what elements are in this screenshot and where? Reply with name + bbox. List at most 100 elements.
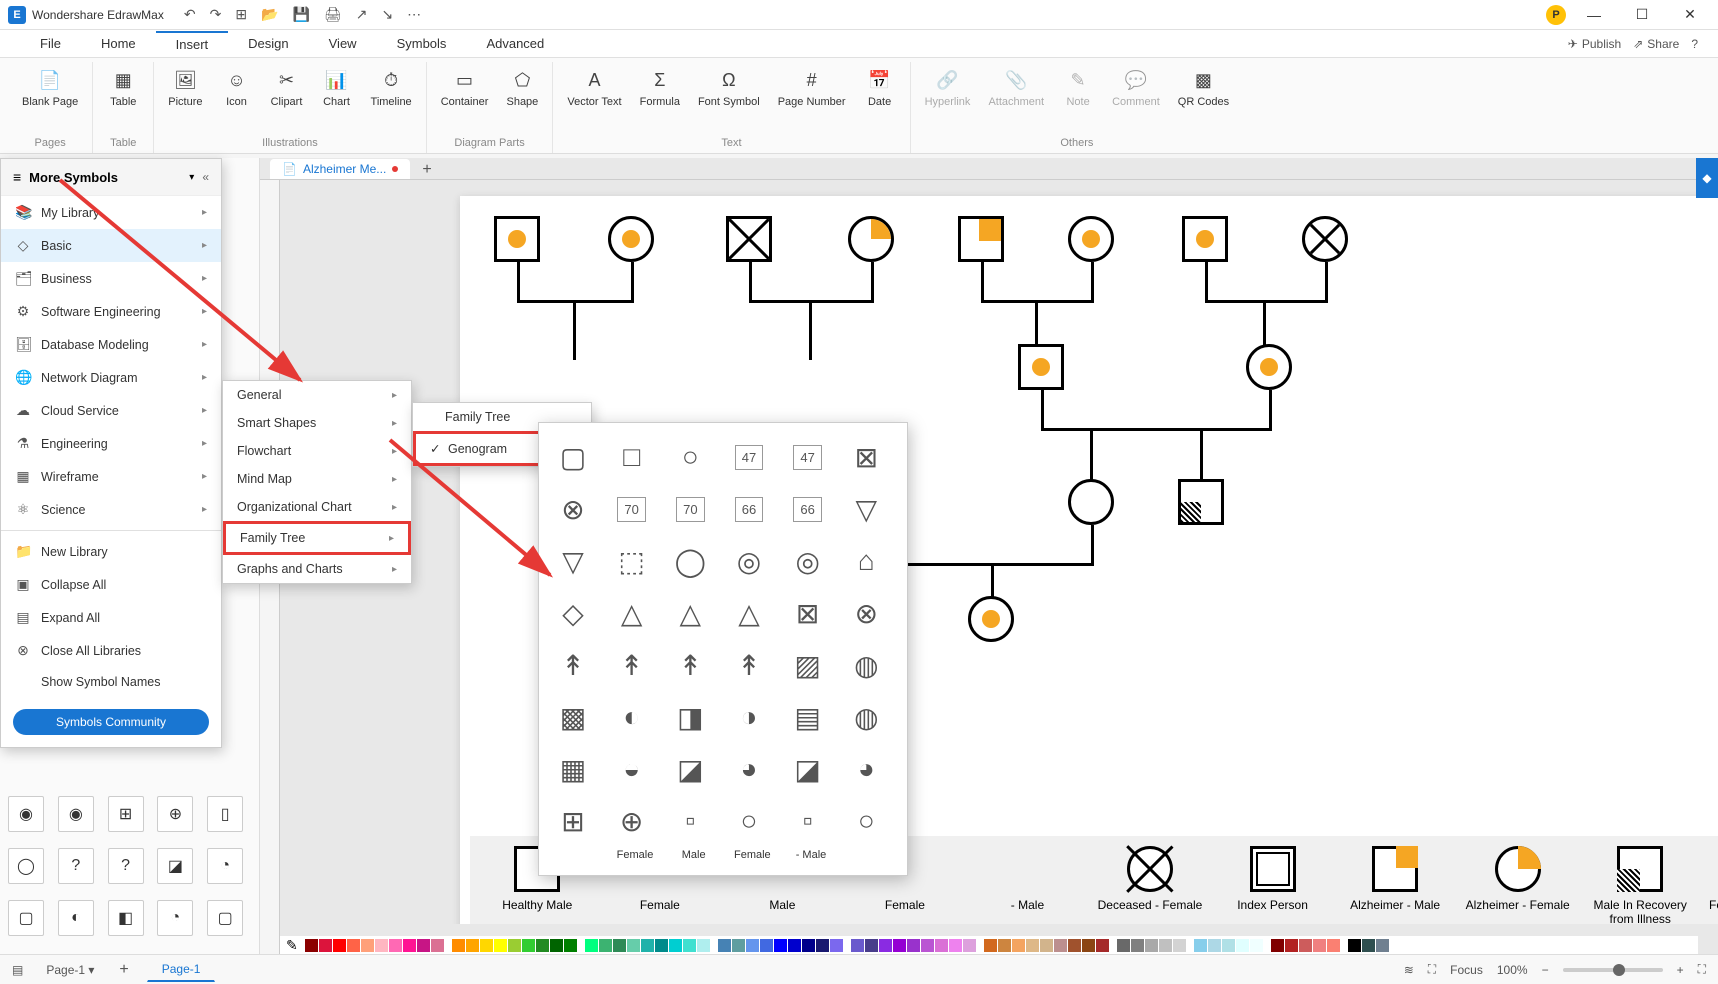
color-swatch[interactable] [1348,939,1361,952]
shape-cell[interactable]: ▯ [207,796,243,832]
ribbon-chart[interactable]: 📊Chart [315,66,359,110]
color-swatch[interactable] [641,939,654,952]
sidebar-action-show-symbol-names[interactable]: Show Symbol Names [1,667,221,697]
color-swatch[interactable] [1327,939,1340,952]
gallery-symbol[interactable]: △ [729,593,769,633]
color-swatch[interactable] [403,939,416,952]
color-swatch[interactable] [802,939,815,952]
pages-icon[interactable]: ▤ [12,963,23,977]
color-swatch[interactable] [697,939,710,952]
shape-cell[interactable]: ⊕ [157,796,193,832]
gallery-symbol[interactable]: △ [612,593,652,633]
ribbon-page-number[interactable]: #Page Number [772,66,852,110]
gallery-symbol[interactable]: △ [670,593,710,633]
sidebar-item-science[interactable]: ⚛Science▸ [1,493,221,526]
add-page-button[interactable]: + [109,961,138,979]
color-swatch[interactable] [1117,939,1130,952]
color-swatch[interactable] [508,939,521,952]
menu-view[interactable]: View [309,32,377,55]
gallery-symbol[interactable]: 47 [788,437,828,477]
shape-cell[interactable]: ◉ [8,796,44,832]
gallery-symbol[interactable]: ↟ [670,645,710,685]
color-swatch[interactable] [550,939,563,952]
menu-home[interactable]: Home [81,32,156,55]
color-swatch[interactable] [1285,939,1298,952]
ribbon-icon[interactable]: ☺Icon [215,66,259,110]
ribbon-shape[interactable]: ⬠Shape [500,66,544,110]
shape-cell[interactable]: ◔ [157,900,193,936]
sidebar-item-cloud-service[interactable]: ☁Cloud Service▸ [1,394,221,427]
submenu-item-mind-map[interactable]: Mind Map▸ [223,465,411,493]
page-tab[interactable]: Page-1 [147,957,216,982]
gallery-symbol[interactable]: 70 [670,489,710,529]
color-swatch[interactable] [1313,939,1326,952]
color-swatch[interactable] [1012,939,1025,952]
ribbon-clipart[interactable]: ✂Clipart [265,66,309,110]
shape-cell[interactable]: ▢ [207,900,243,936]
gallery-symbol[interactable]: ◎ [729,541,769,581]
color-swatch[interactable] [1299,939,1312,952]
gallery-symbol[interactable]: ▤ [788,697,828,737]
export-icon[interactable]: ↗ [356,6,368,23]
ribbon-table[interactable]: ▦Table [101,66,145,110]
shape-cell[interactable]: ◐ [58,900,94,936]
gallery-symbol[interactable]: 70 [612,489,652,529]
color-swatch[interactable] [851,939,864,952]
female-symbol[interactable] [1068,479,1114,525]
sidebar-item-basic[interactable]: ◇Basic▸ [1,229,221,262]
more-icon[interactable]: ⋯ [407,6,421,23]
page-dropdown[interactable]: Page-1 ▾ [31,958,109,982]
color-swatch[interactable] [830,939,843,952]
sidebar-item-engineering[interactable]: ⚗Engineering▸ [1,427,221,460]
color-swatch[interactable] [494,939,507,952]
gallery-symbol[interactable]: ⊞ [553,801,593,841]
publish-button[interactable]: ✈ Publish [1568,37,1621,51]
gallery-symbol[interactable]: ◪ [788,749,828,789]
color-swatch[interactable] [452,939,465,952]
gallery-symbol[interactable]: ▫ [670,801,710,841]
sidebar-action-new-library[interactable]: 📁New Library [1,535,221,568]
gallery-symbol[interactable]: ▫ [788,801,828,841]
ribbon-hyperlink[interactable]: 🔗Hyperlink [919,66,977,110]
male-recovery-symbol[interactable] [1178,479,1224,525]
submenu-item-smart-shapes[interactable]: Smart Shapes▸ [223,409,411,437]
gallery-symbol[interactable]: ↟ [612,645,652,685]
color-swatch[interactable] [536,939,549,952]
ribbon-date[interactable]: 📅Date [858,66,902,110]
color-swatch[interactable] [732,939,745,952]
minimize-button[interactable]: — [1574,0,1614,30]
deceased-male-symbol[interactable] [726,216,772,262]
gallery-symbol[interactable]: ◎ [788,541,828,581]
gallery-symbol[interactable]: ↟ [729,645,769,685]
color-swatch[interactable] [599,939,612,952]
gallery-symbol[interactable]: ◯ [670,541,710,581]
gallery-symbol[interactable]: 66 [788,489,828,529]
color-swatch[interactable] [949,939,962,952]
color-swatch[interactable] [1222,939,1235,952]
shape-cell[interactable]: ◧ [108,900,144,936]
color-swatch[interactable] [1208,939,1221,952]
gallery-symbol[interactable]: ◪ [670,749,710,789]
more-symbols-header[interactable]: More Symbols [29,170,181,185]
color-swatch[interactable] [1194,939,1207,952]
gallery-symbol[interactable]: 66 [729,489,769,529]
gallery-symbol[interactable]: ▽ [846,489,886,529]
gallery-symbol[interactable]: ◍ [846,645,886,685]
color-swatch[interactable] [1068,939,1081,952]
undo-icon[interactable]: ↶ [184,6,196,23]
ribbon-qr-codes[interactable]: ▩QR Codes [1172,66,1235,110]
color-swatch[interactable] [1390,939,1403,952]
color-swatch[interactable] [893,939,906,952]
color-swatch[interactable] [1131,939,1144,952]
shape-cell[interactable]: ? [58,848,94,884]
redo-icon[interactable]: ↷ [210,6,222,23]
color-swatch[interactable] [389,939,402,952]
sidebar-action-collapse-all[interactable]: ▣Collapse All [1,568,221,601]
menu-design[interactable]: Design [228,32,308,55]
gallery-symbol[interactable]: ⊠ [788,593,828,633]
color-swatch[interactable] [907,939,920,952]
ribbon-timeline[interactable]: ⏱Timeline [365,66,418,110]
color-swatch[interactable] [774,939,787,952]
add-tab-button[interactable]: + [410,161,443,179]
color-swatch[interactable] [669,939,682,952]
